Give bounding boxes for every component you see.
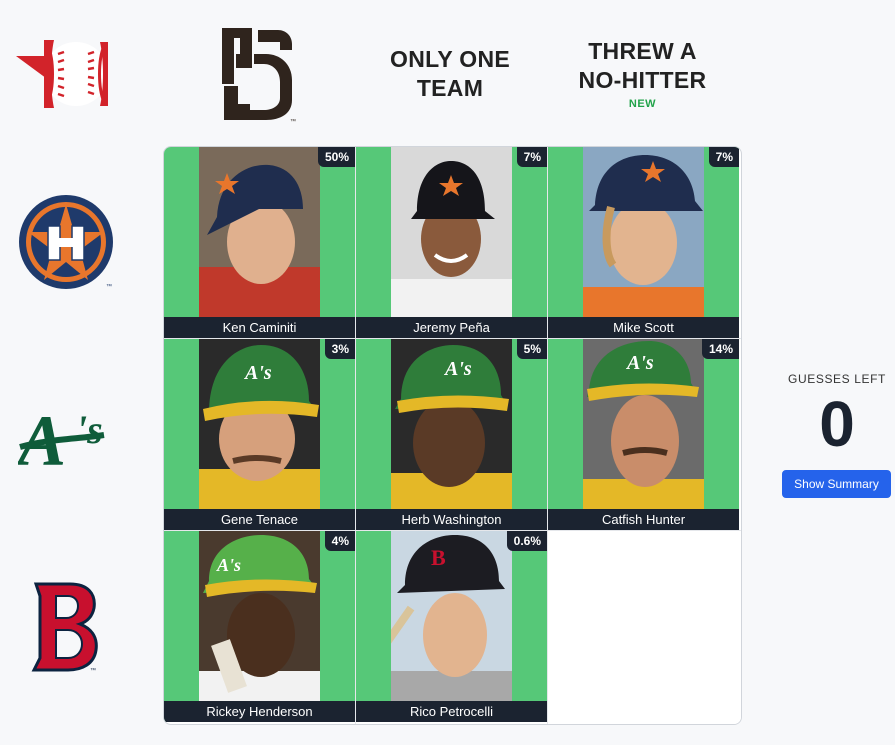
- column-header-line2: TEAM: [416, 75, 484, 101]
- player-name: Herb Washington: [356, 509, 547, 530]
- rarity-percent: 3%: [324, 339, 355, 359]
- svg-text:™: ™: [106, 283, 112, 290]
- padres-sd-icon: ™: [222, 28, 296, 124]
- grid-cell[interactable]: A's 5% Herb Washington: [356, 339, 547, 530]
- astros-logo: ™: [18, 194, 116, 292]
- player-photo: [583, 147, 704, 317]
- column-header-line1: THREW A: [588, 38, 697, 64]
- player-photo: B: [391, 531, 512, 701]
- grid-cell[interactable]: 7% Mike Scott: [548, 147, 739, 338]
- player-photo: A's: [583, 339, 704, 509]
- reds-logo: [14, 40, 110, 108]
- grid-cell[interactable]: A's 14% Catfish Hunter: [548, 339, 739, 530]
- grid-cell[interactable]: A's 4% Rickey Henderson: [164, 531, 355, 722]
- show-summary-button[interactable]: Show Summary: [782, 470, 891, 498]
- red-sox-b-icon: ™: [31, 582, 98, 674]
- athletics-logo: A 's: [18, 395, 118, 475]
- astros-h-icon: ™: [19, 195, 113, 290]
- grid-divider: [355, 147, 356, 724]
- new-badge: NEW: [628, 98, 657, 110]
- column-header-line1: ONLY ONE: [390, 46, 510, 72]
- red-sox-logo: ™: [28, 578, 102, 674]
- rarity-percent: 5%: [516, 339, 547, 359]
- player-name: Rickey Henderson: [164, 701, 355, 722]
- immaculate-grid: 50% Ken Caminiti 7% Jeremy Peña 7% Mike …: [163, 146, 742, 725]
- svg-text:A's: A's: [625, 352, 654, 374]
- player-name: Ken Caminiti: [164, 317, 355, 338]
- grid-divider: [164, 530, 741, 531]
- svg-text:'s: 's: [76, 407, 103, 452]
- grid-cell[interactable]: 7% Jeremy Peña: [356, 147, 547, 338]
- guesses-left-count: 0: [819, 388, 855, 460]
- svg-text:B: B: [431, 545, 446, 570]
- rarity-percent: 7%: [708, 147, 739, 167]
- grid-divider: [547, 147, 548, 724]
- svg-text:™: ™: [90, 667, 96, 674]
- player-photo: A's: [199, 339, 320, 509]
- column-header-line2: NO-HITTER: [578, 67, 707, 93]
- column-header-no-hitter: THREW A NO-HITTER NEW: [560, 37, 725, 111]
- baseball-reds-icon: [16, 40, 108, 108]
- grid-cell[interactable]: 50% Ken Caminiti: [164, 147, 355, 338]
- svg-text:™: ™: [290, 118, 296, 124]
- player-photo: A's: [391, 339, 512, 509]
- svg-text:A's: A's: [443, 358, 472, 380]
- column-header-only-one-team: ONLY ONE TEAM: [370, 45, 530, 103]
- player-name: Catfish Hunter: [548, 509, 739, 530]
- rarity-percent: 14%: [701, 339, 739, 359]
- player-name: Jeremy Peña: [356, 317, 547, 338]
- player-name: Mike Scott: [548, 317, 739, 338]
- svg-text:A's: A's: [216, 555, 241, 575]
- svg-text:A's: A's: [243, 362, 272, 384]
- grid-cell[interactable]: A's 3% Gene Tenace: [164, 339, 355, 530]
- player-photo: [391, 147, 512, 317]
- rarity-percent: 7%: [516, 147, 547, 167]
- player-name: Rico Petrocelli: [356, 701, 547, 722]
- player-name: Gene Tenace: [164, 509, 355, 530]
- padres-logo: ™: [218, 24, 298, 124]
- player-photo: A's: [199, 531, 320, 701]
- grid-cell-empty[interactable]: [548, 531, 741, 724]
- rarity-percent: 50%: [317, 147, 355, 167]
- rarity-percent: 0.6%: [506, 531, 547, 551]
- guesses-left-label: GUESSES LEFT: [788, 372, 886, 386]
- grid-cell[interactable]: B 0.6% Rico Petrocelli: [356, 531, 547, 722]
- rarity-percent: 4%: [324, 531, 355, 551]
- grid-divider: [164, 338, 741, 339]
- athletics-as-icon: A 's: [18, 401, 105, 475]
- player-photo: [199, 147, 320, 317]
